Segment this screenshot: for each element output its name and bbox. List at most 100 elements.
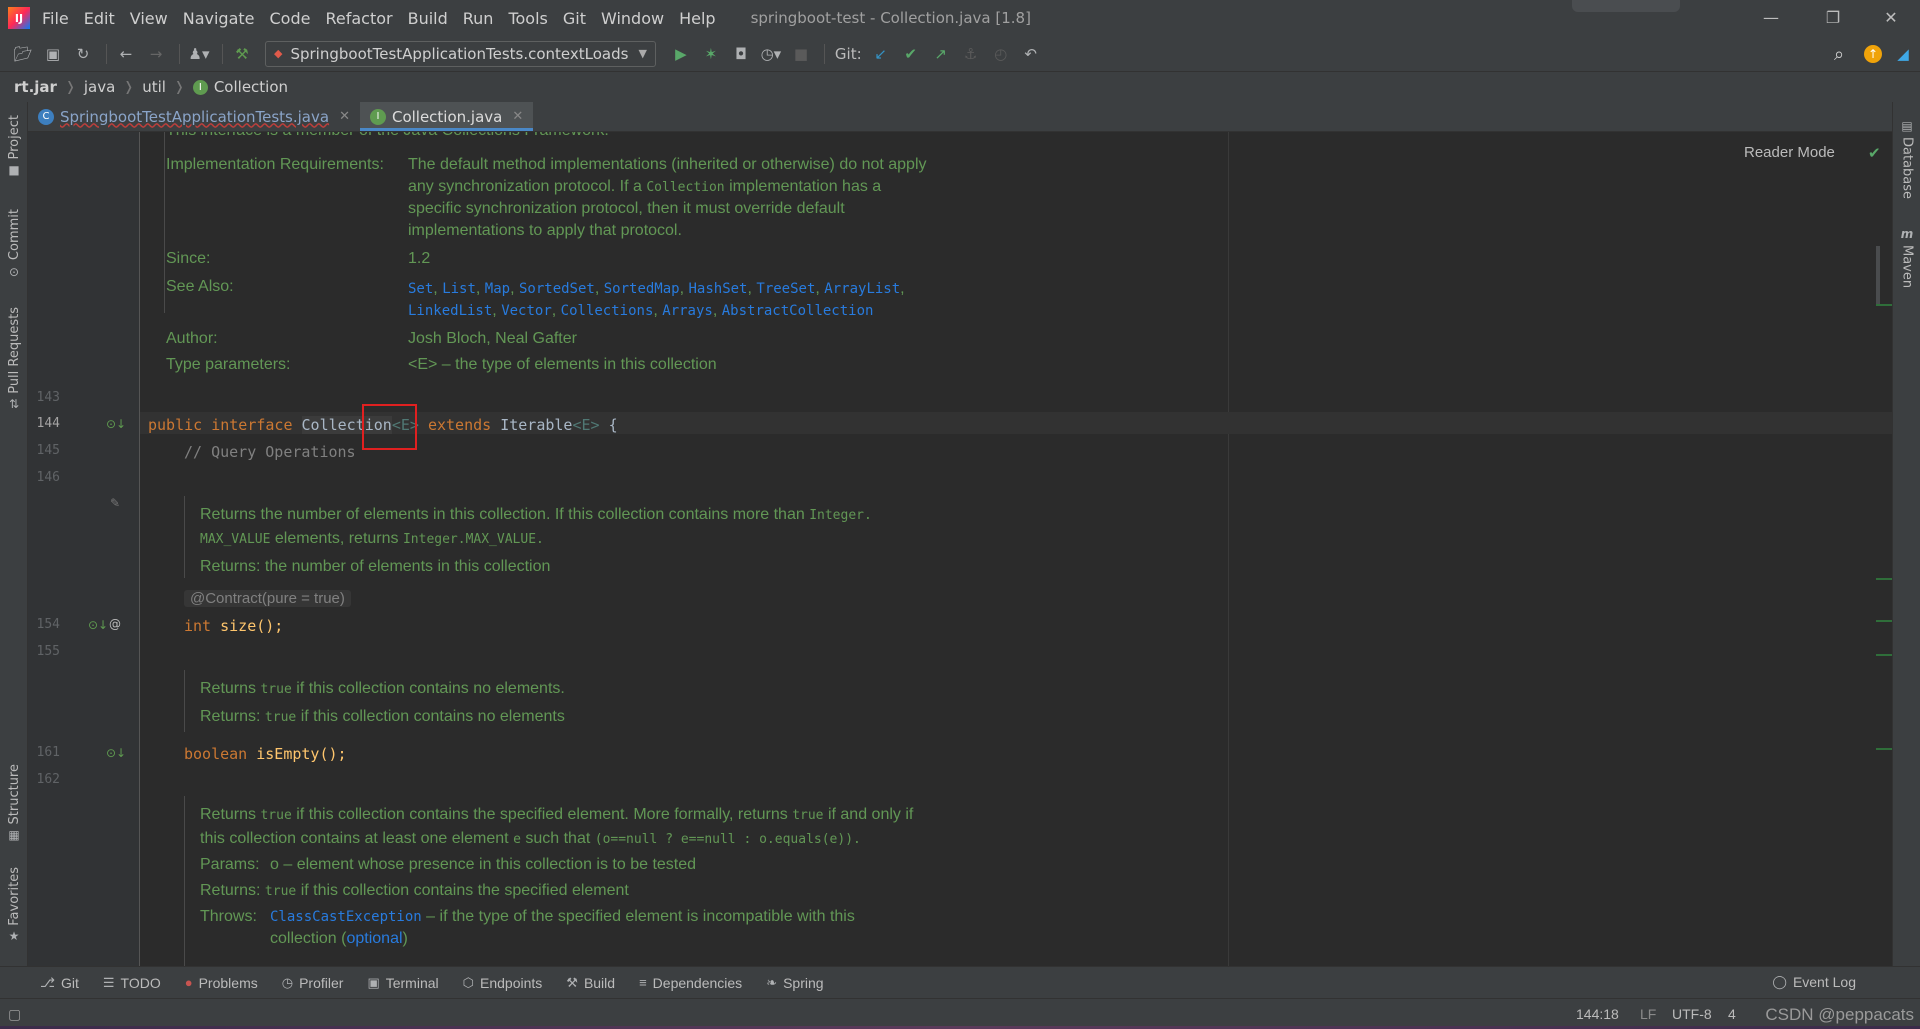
close-window-button[interactable]: ✕	[1868, 4, 1914, 32]
back-arrow-icon[interactable]: ←	[113, 41, 139, 67]
see-also-link[interactable]: TreeSet	[756, 281, 815, 297]
implemented-down-arrow-icon[interactable]: ⊙↓	[106, 417, 126, 431]
tool-maven[interactable]: m Maven	[1893, 216, 1920, 296]
memory-indicator[interactable]	[1572, 0, 1680, 12]
see-also-link[interactable]: AbstractCollection	[722, 303, 874, 319]
close-icon[interactable]: ✕	[339, 109, 350, 124]
jetbrains-toolbox-icon[interactable]: ◢	[1890, 41, 1916, 67]
pencil-icon[interactable]: ✎	[110, 496, 120, 510]
maven-icon: m	[1900, 227, 1914, 242]
inspection-ok-icon[interactable]: ✔	[1868, 144, 1881, 162]
open-folder-icon[interactable]: 📂︎	[10, 41, 36, 67]
vcs-user-icon[interactable]: ♟▾	[186, 41, 212, 67]
close-icon[interactable]: ✕	[512, 109, 523, 124]
menu-help[interactable]: Help	[679, 9, 715, 28]
editor-scrollbar-thumb[interactable]	[1876, 246, 1880, 306]
see-also-link[interactable]: HashSet	[688, 281, 747, 297]
see-also-link[interactable]: SortedSet	[519, 281, 595, 297]
tool-terminal[interactable]: ▣ Terminal	[367, 975, 438, 991]
tool-spring[interactable]: ❧ Spring	[766, 975, 823, 991]
menu-git[interactable]: Git	[563, 9, 586, 28]
git-rollback-icon[interactable]: ↶	[1018, 41, 1044, 67]
tool-commit[interactable]: Commit ⊙	[0, 198, 28, 294]
restore-button[interactable]: ❐	[1810, 4, 1856, 32]
implemented-down-arrow-icon[interactable]: ⊙↓	[88, 618, 108, 632]
see-also-link[interactable]: SortedMap	[604, 281, 680, 297]
tool-windows-toggle-icon[interactable]: ▢	[8, 1006, 21, 1023]
see-also-link[interactable]: Collections	[561, 303, 654, 319]
build-hammer-icon[interactable]: ⚒	[229, 41, 255, 67]
tool-build[interactable]: ⚒ Build	[566, 975, 615, 991]
tool-label: Profiler	[299, 974, 344, 991]
annotation-at-icon[interactable]: @	[109, 617, 121, 631]
search-icon[interactable]: ⌕	[1826, 41, 1852, 67]
minimize-button[interactable]: —	[1748, 4, 1794, 32]
profile-icon[interactable]: ◷▾	[758, 41, 784, 67]
reader-mode-toggle[interactable]: Reader Mode	[1744, 144, 1835, 161]
menu-build[interactable]: Build	[408, 9, 448, 28]
tool-problems[interactable]: ● Problems	[185, 975, 258, 991]
tool-pull-requests[interactable]: Pull Requests ⇅	[0, 296, 28, 426]
menu-window[interactable]: Window	[601, 9, 664, 28]
coverage-icon[interactable]: ◘	[728, 41, 754, 67]
menu-edit[interactable]: Edit	[84, 9, 115, 28]
git-history-icon[interactable]: ◴	[988, 41, 1014, 67]
menu-navigate[interactable]: Navigate	[183, 9, 255, 28]
run-configuration-select[interactable]: ◆ SpringbootTestApplicationTests.context…	[265, 40, 656, 67]
see-also-link[interactable]: ArrayList	[824, 281, 900, 297]
breadcrumb-package-util[interactable]: util	[142, 78, 166, 96]
breadcrumb-class-collection[interactable]: Collection	[214, 78, 288, 96]
stop-icon[interactable]: ■	[788, 41, 814, 67]
method-declaration[interactable]: isEmpty();	[256, 745, 346, 763]
tool-dependencies[interactable]: ≡ Dependencies	[639, 975, 742, 991]
line-separator[interactable]: LF	[1640, 1006, 1656, 1022]
method-declaration[interactable]: size();	[220, 617, 283, 635]
see-also-link[interactable]: Set	[408, 281, 433, 297]
see-also-link[interactable]: Map	[485, 281, 510, 297]
see-also-link[interactable]: LinkedList	[408, 303, 492, 319]
updates-icon[interactable]: ↑	[1860, 41, 1886, 67]
caret-position[interactable]: 144:18	[1576, 1006, 1619, 1022]
tool-endpoints[interactable]: ⬡ Endpoints	[463, 975, 543, 991]
doc-text: Returns	[200, 680, 257, 697]
implemented-down-arrow-icon[interactable]: ⊙↓	[106, 746, 126, 760]
tab-collection[interactable]: I Collection.java ✕	[359, 102, 534, 131]
forward-arrow-icon[interactable]: →	[143, 41, 169, 67]
tool-todo[interactable]: ☰ TODO	[103, 975, 161, 991]
tool-event-log[interactable]: ◯ Event Log	[1772, 974, 1856, 990]
save-all-icon[interactable]: ▣	[40, 41, 66, 67]
breadcrumb-jar[interactable]: rt.jar	[14, 78, 57, 96]
file-encoding[interactable]: UTF-8	[1672, 1006, 1712, 1022]
code-editor[interactable]: Reader Mode ✔ This interface is a member…	[28, 132, 1892, 966]
menu-file[interactable]: File	[42, 9, 69, 28]
super-interface[interactable]: Iterable	[500, 416, 572, 434]
doc-link[interactable]: optional	[346, 930, 402, 947]
tab-springboot-test[interactable]: C SpringbootTestApplicationTests.java ✕	[28, 102, 360, 131]
breadcrumb-package-java[interactable]: java	[84, 78, 115, 96]
git-update-icon[interactable]: ↙	[868, 41, 894, 67]
menu-view[interactable]: View	[130, 9, 168, 28]
tool-favorites[interactable]: Favorites ★	[0, 862, 28, 952]
see-also-link[interactable]: List	[442, 281, 476, 297]
run-icon[interactable]: ▶	[668, 41, 694, 67]
menu-refactor[interactable]: Refactor	[325, 9, 392, 28]
indent-setting[interactable]: 4	[1728, 1006, 1736, 1022]
see-also-link[interactable]: Arrays	[662, 303, 713, 319]
git-push-icon[interactable]: ↗	[928, 41, 954, 67]
git-fetch-icon[interactable]: ⚓	[958, 41, 984, 67]
tool-profiler[interactable]: ◷ Profiler	[282, 975, 344, 991]
git-commit-icon[interactable]: ✔	[898, 41, 924, 67]
menu-tools[interactable]: Tools	[508, 9, 547, 28]
debug-icon[interactable]: ✶	[698, 41, 724, 67]
contract-annotation[interactable]: @Contract(pure = true)	[184, 590, 351, 607]
tool-database[interactable]: ▤ Database	[1893, 112, 1920, 202]
tool-git[interactable]: ⎇ Git	[40, 975, 79, 991]
doc-link[interactable]: ClassCastException	[270, 909, 422, 925]
menu-code[interactable]: Code	[270, 9, 311, 28]
menu-run[interactable]: Run	[463, 9, 494, 28]
see-also-link[interactable]: Vector	[501, 303, 552, 319]
sync-icon[interactable]: ↻	[70, 41, 96, 67]
tool-structure[interactable]: Structure ▦	[0, 762, 28, 848]
tool-project[interactable]: Project ■	[0, 108, 28, 188]
size-doc-line2: MAX_VALUE elements, returns Integer.MAX_…	[200, 528, 544, 551]
